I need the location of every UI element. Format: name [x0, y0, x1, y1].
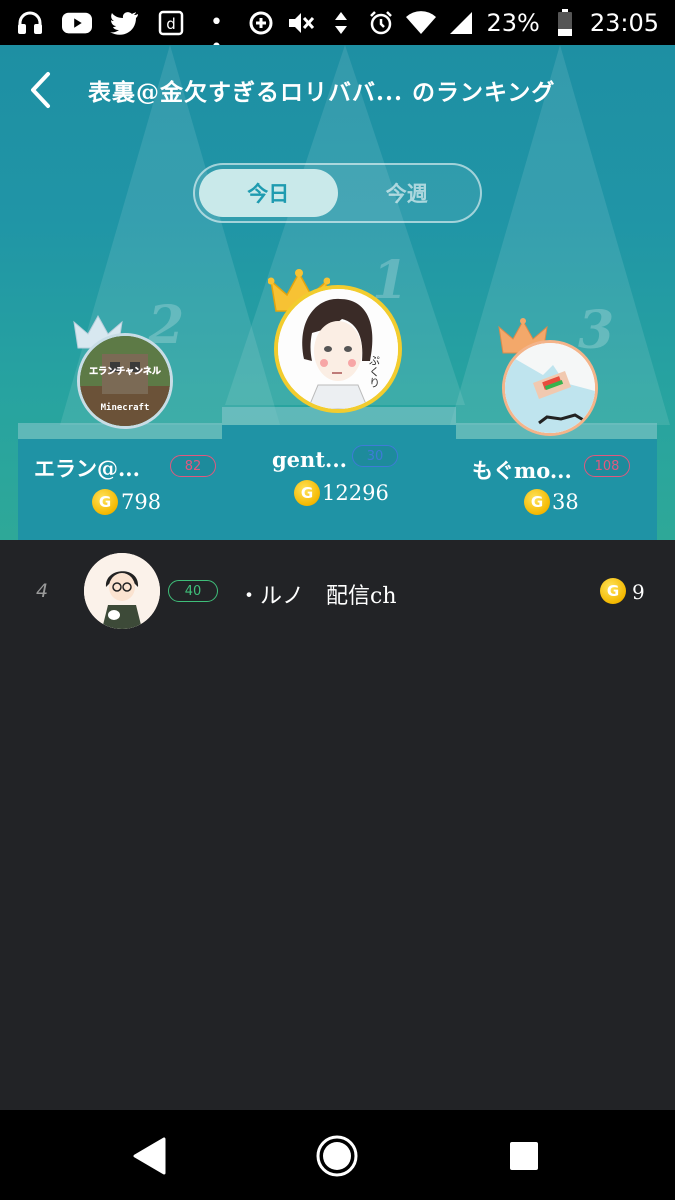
vibrate-sort-icon: [326, 10, 356, 36]
podium-3-coins: 38: [552, 490, 579, 514]
page-title: 表裏@金欠すぎるロリババ... のランキング: [88, 79, 556, 106]
rank-3-label: 3: [578, 300, 615, 361]
avatar-rank-2-text: エランチャンネル: [89, 366, 161, 377]
mute-icon: [286, 10, 316, 36]
nav-recents-button[interactable]: [500, 1132, 548, 1180]
square-recents-icon: [510, 1142, 538, 1170]
list-item[interactable]: 4 40 ・ルノ 配信ch G 9: [0, 540, 675, 644]
circle-home-icon: [316, 1135, 358, 1177]
d-app-icon: d: [158, 10, 184, 36]
nav-back-button[interactable]: [126, 1132, 174, 1180]
clock: 23:05: [589, 8, 659, 37]
podium-1-coins: 12296: [322, 481, 389, 505]
alarm-icon: [366, 10, 396, 36]
data-saver-icon: [246, 10, 276, 36]
podium-2-level-badge: 82: [170, 455, 216, 477]
podium-1-level-badge: 30: [352, 445, 398, 467]
avatar-rank-3[interactable]: [502, 340, 598, 436]
battery-icon: [550, 8, 580, 36]
list-rank: 4: [36, 580, 49, 602]
ranking-header: 表裏@金欠すぎるロリババ... のランキング 今日 今週 2 1 3 エランチャ…: [0, 45, 675, 540]
avatar-rank-2-subtext: Minecraft: [101, 402, 150, 413]
headphones-icon: [16, 10, 44, 36]
signal-icon: [446, 10, 476, 36]
svg-text:d: d: [166, 15, 176, 33]
avatar-rank-2[interactable]: エランチャンネル Minecraft: [77, 333, 173, 429]
list-level-badge: 40: [168, 580, 218, 602]
podium-2-coins: 798: [121, 490, 162, 514]
podium-3-name: もぐmo...: [472, 458, 572, 483]
status-bar: d • • • 23% 23:05: [0, 0, 675, 60]
coin-icon: G: [92, 489, 118, 515]
coin-icon: G: [600, 578, 626, 604]
coin-icon: G: [524, 489, 550, 515]
twitter-icon: [110, 10, 140, 36]
podium-1-name: gent...: [272, 447, 347, 472]
avatar-rank-1-text: ぷくり: [368, 355, 381, 388]
triangle-back-icon: [133, 1137, 166, 1175]
podium-2-name: エラン@...: [34, 456, 140, 481]
list-coins: 9: [632, 580, 645, 604]
coin-icon: G: [294, 480, 320, 506]
tab-this-week[interactable]: 今週: [338, 169, 477, 217]
title-bar: 表裏@金欠すぎるロリババ... のランキング: [0, 45, 675, 135]
wifi-icon: [406, 10, 437, 36]
system-nav-bar: [0, 1110, 675, 1200]
battery-percent: 23%: [486, 8, 540, 37]
avatar-rank-4[interactable]: [84, 553, 160, 629]
period-tabs: 今日 今週: [193, 163, 482, 223]
back-button[interactable]: [0, 45, 80, 135]
avatar-rank-1[interactable]: ぷくり: [274, 285, 402, 413]
podium-3-level-badge: 108: [584, 455, 630, 477]
nav-home-button[interactable]: [313, 1132, 361, 1180]
chevron-left-icon: [31, 72, 50, 108]
youtube-icon: [62, 10, 92, 36]
list-name: ・ルノ 配信ch: [238, 584, 397, 609]
tab-today[interactable]: 今日: [199, 169, 338, 217]
